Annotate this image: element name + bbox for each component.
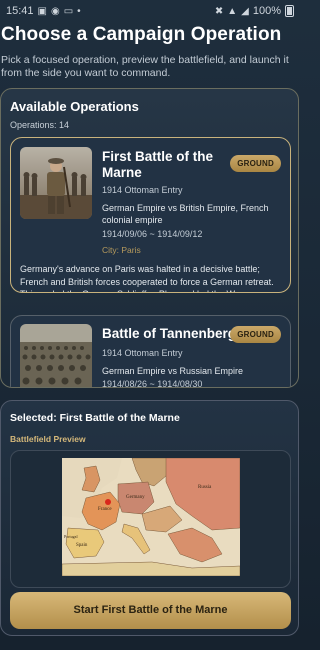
status-time: 15:41 bbox=[6, 5, 34, 17]
battlefield-preview-label: Battlefield Preview bbox=[10, 434, 86, 444]
operation-entry-tannenberg: 1914 Ottoman Entry bbox=[102, 348, 183, 358]
soldiers-image-icon bbox=[20, 147, 92, 219]
map-label-germany: Germany bbox=[126, 495, 145, 500]
map-label-france: France bbox=[98, 507, 112, 512]
mute-icon: ✖ bbox=[214, 5, 224, 17]
selected-operation-title: Selected: First Battle of the Marne bbox=[10, 412, 180, 424]
status-right: ✖ ▲ ◢ 100% bbox=[215, 5, 294, 17]
operation-entry-marne: 1914 Ottoman Entry bbox=[102, 185, 183, 195]
operation-sides-marne: German Empire vs British Empire, French … bbox=[102, 203, 269, 225]
operation-card-tannenberg[interactable]: Battle of Tannenberg GROUND 1914 Ottoman… bbox=[10, 315, 291, 388]
battery-icon bbox=[285, 5, 294, 17]
operation-dates-tannenberg: 1914/08/26 ~ 1914/08/30 bbox=[102, 379, 203, 388]
operation-name-tannenberg: Battle of Tannenberg bbox=[102, 326, 237, 341]
operation-city-marne: City: Paris bbox=[102, 245, 141, 255]
operation-dates-marne: 1914/09/06 ~ 1914/09/12 bbox=[102, 229, 203, 239]
dot-icon: • bbox=[77, 5, 81, 17]
operation-description-marne: Germany's advance on Paris was halted in… bbox=[20, 264, 274, 292]
army-formation-image-icon bbox=[20, 324, 92, 387]
selected-operation-panel: Selected: First Battle of the Marne Batt… bbox=[0, 400, 299, 636]
battery-percent: 100% bbox=[252, 5, 281, 17]
map-label-spain: Spain bbox=[76, 543, 88, 548]
page-title: Choose a Campaign Operation bbox=[1, 24, 282, 45]
status-left: 15:41 ▣ ◉ ▭ • bbox=[6, 5, 81, 17]
operation-card-marne[interactable]: First Battle of the Marne GROUND 1914 Ot… bbox=[10, 137, 291, 293]
operation-sides-tannenberg: German Empire vs Russian Empire bbox=[102, 366, 244, 376]
operation-type-badge-tannenberg: GROUND bbox=[230, 326, 281, 343]
map-label-russia: Russia bbox=[198, 485, 212, 490]
cast-icon: ▭ bbox=[63, 5, 74, 17]
start-operation-button[interactable]: Start First Battle of the Marne bbox=[10, 592, 291, 629]
operation-thumbnail-marne bbox=[20, 147, 92, 219]
page-subtitle: Pick a focused operation, preview the ba… bbox=[1, 54, 289, 79]
map-label-portugal: Portugal bbox=[64, 534, 78, 539]
europe-map-image: France Spain Germany Russia Portugal bbox=[62, 458, 240, 576]
battlefield-preview-frame: France Spain Germany Russia Portugal bbox=[10, 450, 291, 588]
operations-title: Available Operations bbox=[10, 99, 139, 114]
photo-icon: ▣ bbox=[37, 5, 47, 17]
operations-panel[interactable]: Available Operations Operations: 14 Firs… bbox=[0, 88, 299, 388]
operation-type-badge-marne: GROUND bbox=[230, 155, 281, 172]
operation-name-marne: First Battle of the Marne bbox=[102, 149, 214, 180]
signal-icon: ◢ bbox=[241, 5, 249, 17]
facebook-icon: ◉ bbox=[50, 5, 60, 17]
wifi-icon: ▲ bbox=[227, 5, 238, 17]
status-bar: 15:41 ▣ ◉ ▭ • ✖ ▲ ◢ 100% bbox=[0, 0, 300, 22]
operation-thumbnail-tannenberg bbox=[20, 324, 92, 387]
operations-count: Operations: 14 bbox=[10, 120, 70, 130]
